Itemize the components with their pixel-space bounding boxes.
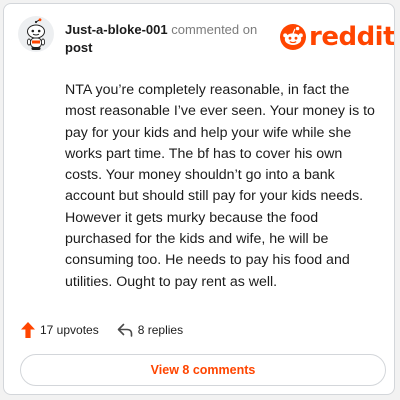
reddit-wordmark: reddit (309, 22, 395, 52)
view-comments-button[interactable]: View 8 comments (20, 354, 386, 386)
upvote-count: 17 upvotes (40, 323, 99, 337)
comment-card: Just-a-bloke-001 commented on post reddi… (3, 3, 395, 395)
reply-count: 8 replies (137, 323, 184, 337)
username[interactable]: Just-a-bloke-001 (65, 22, 168, 37)
commented-on-text: commented on (171, 22, 258, 37)
comment-actions: 17 upvotes 8 replies (21, 320, 183, 340)
comment-body: NTA you’re completely reasonable, in fac… (65, 82, 375, 290)
replies-button[interactable]: 8 replies (117, 323, 183, 337)
reply-arrow-icon (117, 323, 133, 337)
post-link[interactable]: post (65, 40, 92, 55)
upvote-arrow-icon (21, 322, 35, 338)
reddit-logo: reddit (279, 21, 395, 53)
upvote-button[interactable]: 17 upvotes (21, 322, 99, 338)
comment-header: Just-a-bloke-001 commented on post (65, 21, 265, 57)
reddit-snoo-icon (280, 24, 306, 50)
snoo-avatar-icon[interactable] (18, 16, 54, 52)
